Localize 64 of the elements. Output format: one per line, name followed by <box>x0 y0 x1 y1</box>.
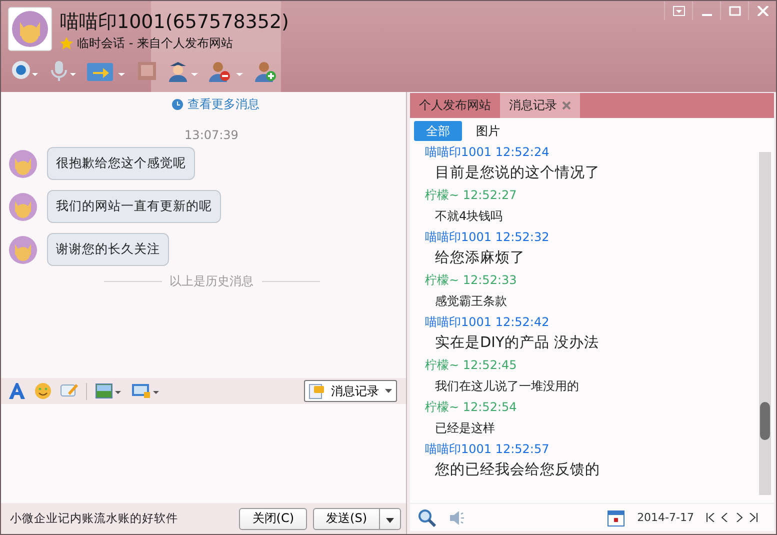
officer-icon[interactable] <box>166 60 200 82</box>
contact-name: 喵喵印1001(657578352) <box>60 10 289 35</box>
send-options-button[interactable] <box>380 508 401 530</box>
search-icon[interactable] <box>418 508 436 526</box>
session-subtitle: 临时会话 - 来自个人发布网站 <box>77 35 233 52</box>
image-icon[interactable] <box>95 382 123 400</box>
close-icon <box>756 6 768 16</box>
message-time: 13:07:39 <box>184 128 240 142</box>
more-messages-link[interactable]: 查看更多消息 <box>188 96 260 113</box>
close-icon[interactable] <box>562 101 571 110</box>
caret-icon <box>385 389 392 393</box>
sender-time: 喵喵印1001 12:52:57 <box>425 441 550 457</box>
panel-tab[interactable]: 个人发布网站 <box>410 93 500 118</box>
last-page-icon[interactable] <box>748 513 758 522</box>
previous-page-icon[interactable] <box>720 513 730 522</box>
message-text: 实在是DIY的产品 没办法 <box>434 334 600 353</box>
message-history-button[interactable]: 消息记录 <box>304 380 397 402</box>
avatar-icon[interactable] <box>8 7 52 51</box>
close-chat-button[interactable]: 关闭(C) <box>239 508 308 530</box>
minimize-icon <box>702 14 712 16</box>
message-text: 目前是您说的这个情况了 <box>434 164 601 183</box>
dropdown-icon <box>672 6 684 16</box>
scrollbar[interactable] <box>759 152 771 495</box>
avatar-icon[interactable] <box>9 150 37 178</box>
sender-time: 柠檬~ 12:52:33 <box>425 272 518 288</box>
clock-icon <box>172 99 182 110</box>
webcam-icon[interactable] <box>10 60 40 82</box>
scrollbar-thumb[interactable] <box>760 402 770 440</box>
message-bubble: 我们的网站一直有更新的呢 <box>47 190 221 223</box>
caret-icon <box>386 518 394 522</box>
sender-time: 柠檬~ 12:52:27 <box>425 187 518 203</box>
star-icon <box>60 37 73 50</box>
message-text: 不就4块钱吗 <box>434 208 504 225</box>
ad-text: 小微企业记内账流水账的好软件 <box>10 511 179 526</box>
microphone-icon[interactable] <box>48 60 78 82</box>
sender-time: 柠檬~ 12:52:54 <box>425 399 518 415</box>
message-text: 您的已经我会给您反馈的 <box>434 461 601 480</box>
message-bubble: 很抱歉给您这个感觉呢 <box>47 147 195 180</box>
message-text: 我们在这儿说了一堆没用的 <box>434 378 580 395</box>
message-text: 给您添麻烦了 <box>434 249 526 268</box>
sender-time: 喵喵印1001 12:52:32 <box>425 229 550 245</box>
history-divider-text: 以上是历史消息 <box>170 273 254 290</box>
calendar-icon[interactable] <box>607 508 626 526</box>
first-page-icon[interactable] <box>706 513 716 522</box>
font-icon[interactable] <box>8 382 26 400</box>
message-text: 感觉霸王条款 <box>434 293 508 310</box>
message-bubble: 谢谢您的长久关注 <box>47 233 169 266</box>
history-date: 2014-7-17 <box>637 511 694 524</box>
chat-note-icon <box>309 384 325 398</box>
next-page-icon[interactable] <box>734 513 744 522</box>
screen-capture-icon[interactable] <box>131 382 161 400</box>
filter-tab[interactable]: 图片 <box>464 121 512 141</box>
avatar-icon[interactable] <box>9 236 37 264</box>
smiley-icon[interactable] <box>34 382 52 400</box>
sender-time: 喵喵印1001 12:52:42 <box>425 314 550 330</box>
sender-time: 柠檬~ 12:52:45 <box>425 357 518 373</box>
panel-tab[interactable]: 消息记录 <box>500 93 580 118</box>
maximize-icon <box>728 6 740 16</box>
speaker-icon[interactable] <box>448 508 466 526</box>
sender-time: 喵喵印1001 12:52:24 <box>425 144 550 160</box>
message-text: 已经是这样 <box>434 420 496 437</box>
add-user-icon[interactable] <box>254 60 278 82</box>
send-button[interactable]: 发送(S) <box>313 508 380 530</box>
avatar-icon[interactable] <box>9 192 37 220</box>
